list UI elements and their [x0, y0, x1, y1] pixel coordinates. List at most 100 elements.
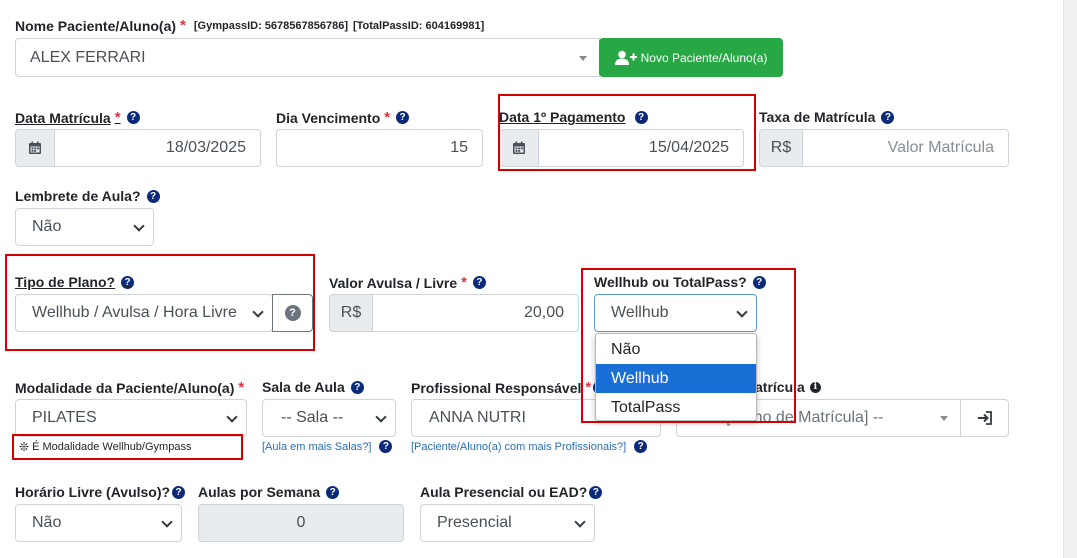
help-icon[interactable]: ? [172, 485, 186, 499]
patient-select[interactable]: ALEX FERRARI [15, 38, 600, 77]
lembrete-value: Não [32, 218, 62, 235]
sala-label-row: Sala de Aula ? [262, 379, 364, 395]
new-patient-button[interactable]: Novo Paciente/Aluno(a) [599, 38, 783, 77]
profissional-link[interactable]: [Paciente/Aluno(a) com mais Profissionai… [411, 441, 626, 453]
help-icon[interactable]: ? [379, 440, 393, 453]
help-icon[interactable]: ? [146, 189, 160, 203]
vencimento-value: 15 [450, 139, 468, 156]
calendar-addon [15, 129, 55, 167]
plano-matricula-label: atrícula [755, 379, 805, 395]
help-icon[interactable]: ? [589, 485, 603, 499]
modalidade-value: PILATES [32, 409, 97, 426]
wellhub-label: Wellhub ou TotalPass? [594, 274, 747, 290]
help-icon[interactable]: ? [350, 380, 364, 394]
calendar-icon [513, 141, 525, 154]
help-icon[interactable]: ? [634, 110, 648, 124]
required-asterisk: * [585, 379, 592, 396]
profissional-value: ANNA NUTRI [429, 409, 526, 426]
help-icon[interactable]: ? [634, 440, 648, 453]
taxa-label: Taxa de Matrícula [759, 109, 876, 125]
avulsa-label: Valor Avulsa / Livre [329, 274, 458, 291]
page-scrollbar[interactable] [1063, 0, 1077, 558]
help-icon[interactable]: ? [881, 110, 895, 124]
help-icon[interactable]: ? [126, 111, 140, 124]
caret-down-icon [579, 55, 587, 61]
wellhub-option-totalpass[interactable]: TotalPass [596, 393, 756, 422]
plano-label: Tipo de Plano? [15, 274, 116, 290]
help-icon[interactable]: ? [472, 276, 486, 289]
wellhub-dropdown-list: Não Wellhub TotalPass [595, 333, 757, 421]
lembrete-select[interactable]: Não [15, 208, 154, 246]
taxa-label-row: Taxa de Matrícula ? [759, 109, 895, 125]
avulsa-input[interactable]: 20,00 [372, 294, 579, 332]
chevron-down-icon [736, 306, 748, 318]
taxa-input[interactable]: Valor Matrícula [802, 129, 1009, 167]
pagamento-label: Data 1º Pagamento [499, 109, 626, 125]
modalidade-label-row: Modalidade da Paciente/Aluno(a) * [15, 379, 244, 396]
wellhub-select[interactable]: Wellhub [594, 294, 757, 332]
chevron-down-icon [574, 516, 586, 528]
pagamento-date-value: 15/04/2025 [648, 139, 729, 156]
horario-label-row: Horário Livre (Avulso)? ? [15, 484, 186, 500]
profissional-label: Profissional Responsável [411, 379, 582, 396]
lembrete-label: Lembrete de Aula? [15, 188, 141, 204]
chevron-down-icon [226, 411, 238, 423]
aulas-value: 0 [296, 514, 306, 531]
sala-value: -- Sala -- [281, 409, 344, 426]
profissional-link-row: [Paciente/Aluno(a) com mais Profissionai… [411, 440, 648, 453]
help-icon[interactable]: ? [396, 111, 410, 124]
vencimento-label: Dia Vencimento [276, 109, 381, 126]
sala-label: Sala de Aula [262, 379, 345, 395]
presencial-value: Presencial [437, 514, 512, 531]
presencial-label-row: Aula Presencial ou EAD? ? [420, 484, 603, 500]
currency-prefix: R$ [340, 304, 362, 321]
caret-down-icon [940, 416, 948, 421]
required-asterisk: * [180, 17, 186, 34]
pagamento-date-input[interactable]: 15/04/2025 [538, 129, 744, 167]
presencial-select[interactable]: Presencial [420, 504, 595, 542]
sign-in-icon [977, 411, 992, 425]
currency-addon: R$ [759, 129, 803, 167]
currency-addon: R$ [329, 294, 373, 332]
calendar-addon [499, 129, 539, 167]
vencimento-input[interactable]: 15 [276, 129, 483, 167]
wellhub-option-nao[interactable]: Não [596, 335, 756, 364]
chevron-down-icon [161, 516, 173, 528]
user-plus-icon [614, 50, 637, 65]
wellhub-option-wellhub[interactable]: Wellhub [596, 364, 756, 393]
sala-link-row: [Aula em mais Salas?] ? [262, 440, 393, 453]
wellhub-value: Wellhub [611, 304, 669, 321]
sala-select[interactable]: -- Sala -- [262, 399, 396, 437]
sala-link[interactable]: [Aula em mais Salas?] [262, 441, 371, 453]
matricula-date-value: 18/03/2025 [165, 139, 246, 156]
vencimento-label-row: Dia Vencimento * ? [276, 109, 410, 126]
question-circle-icon: ? [284, 305, 301, 321]
avulsa-value: 20,00 [523, 304, 564, 321]
wellhub-label-row: Wellhub ou TotalPass? ? [594, 274, 766, 290]
new-patient-button-label: Novo Paciente/Aluno(a) [640, 50, 768, 65]
gympass-id: [GympassID: 5678567856786] [193, 19, 348, 32]
matricula-date-input[interactable]: 18/03/2025 [54, 129, 261, 167]
plano-help-button[interactable]: ? [272, 294, 313, 332]
help-icon[interactable]: ? [121, 275, 135, 289]
modalidade-select[interactable]: PILATES [15, 399, 247, 437]
asterisk-flower-icon: ❊ [19, 440, 30, 454]
plano-label-row: Tipo de Plano? ? [15, 274, 135, 290]
horario-select[interactable]: Não [15, 504, 182, 542]
presencial-label: Aula Presencial ou EAD? [420, 484, 588, 500]
chevron-down-icon [133, 220, 145, 232]
help-icon[interactable]: ? [326, 485, 340, 499]
info-icon[interactable]: i [809, 381, 821, 393]
calendar-icon [29, 141, 41, 154]
chevron-down-icon [375, 411, 387, 423]
plano-matricula-apply-button[interactable] [960, 399, 1009, 437]
aulas-input: 0 [198, 504, 404, 542]
plano-select[interactable]: Wellhub / Avulsa / Hora Livre [15, 294, 273, 332]
totalpass-id: [TotalPassID: 604169981] [352, 19, 485, 32]
chevron-down-icon [252, 306, 264, 318]
help-icon[interactable]: ? [752, 275, 766, 289]
patient-select-value: ALEX FERRARI [30, 48, 146, 66]
wellhub-modalidade-note-text: É Modalidade Wellhub/Gympass [32, 441, 192, 453]
taxa-placeholder: Valor Matrícula [887, 139, 994, 156]
matricula-label-row: Data Matrícula * ? [15, 109, 140, 126]
